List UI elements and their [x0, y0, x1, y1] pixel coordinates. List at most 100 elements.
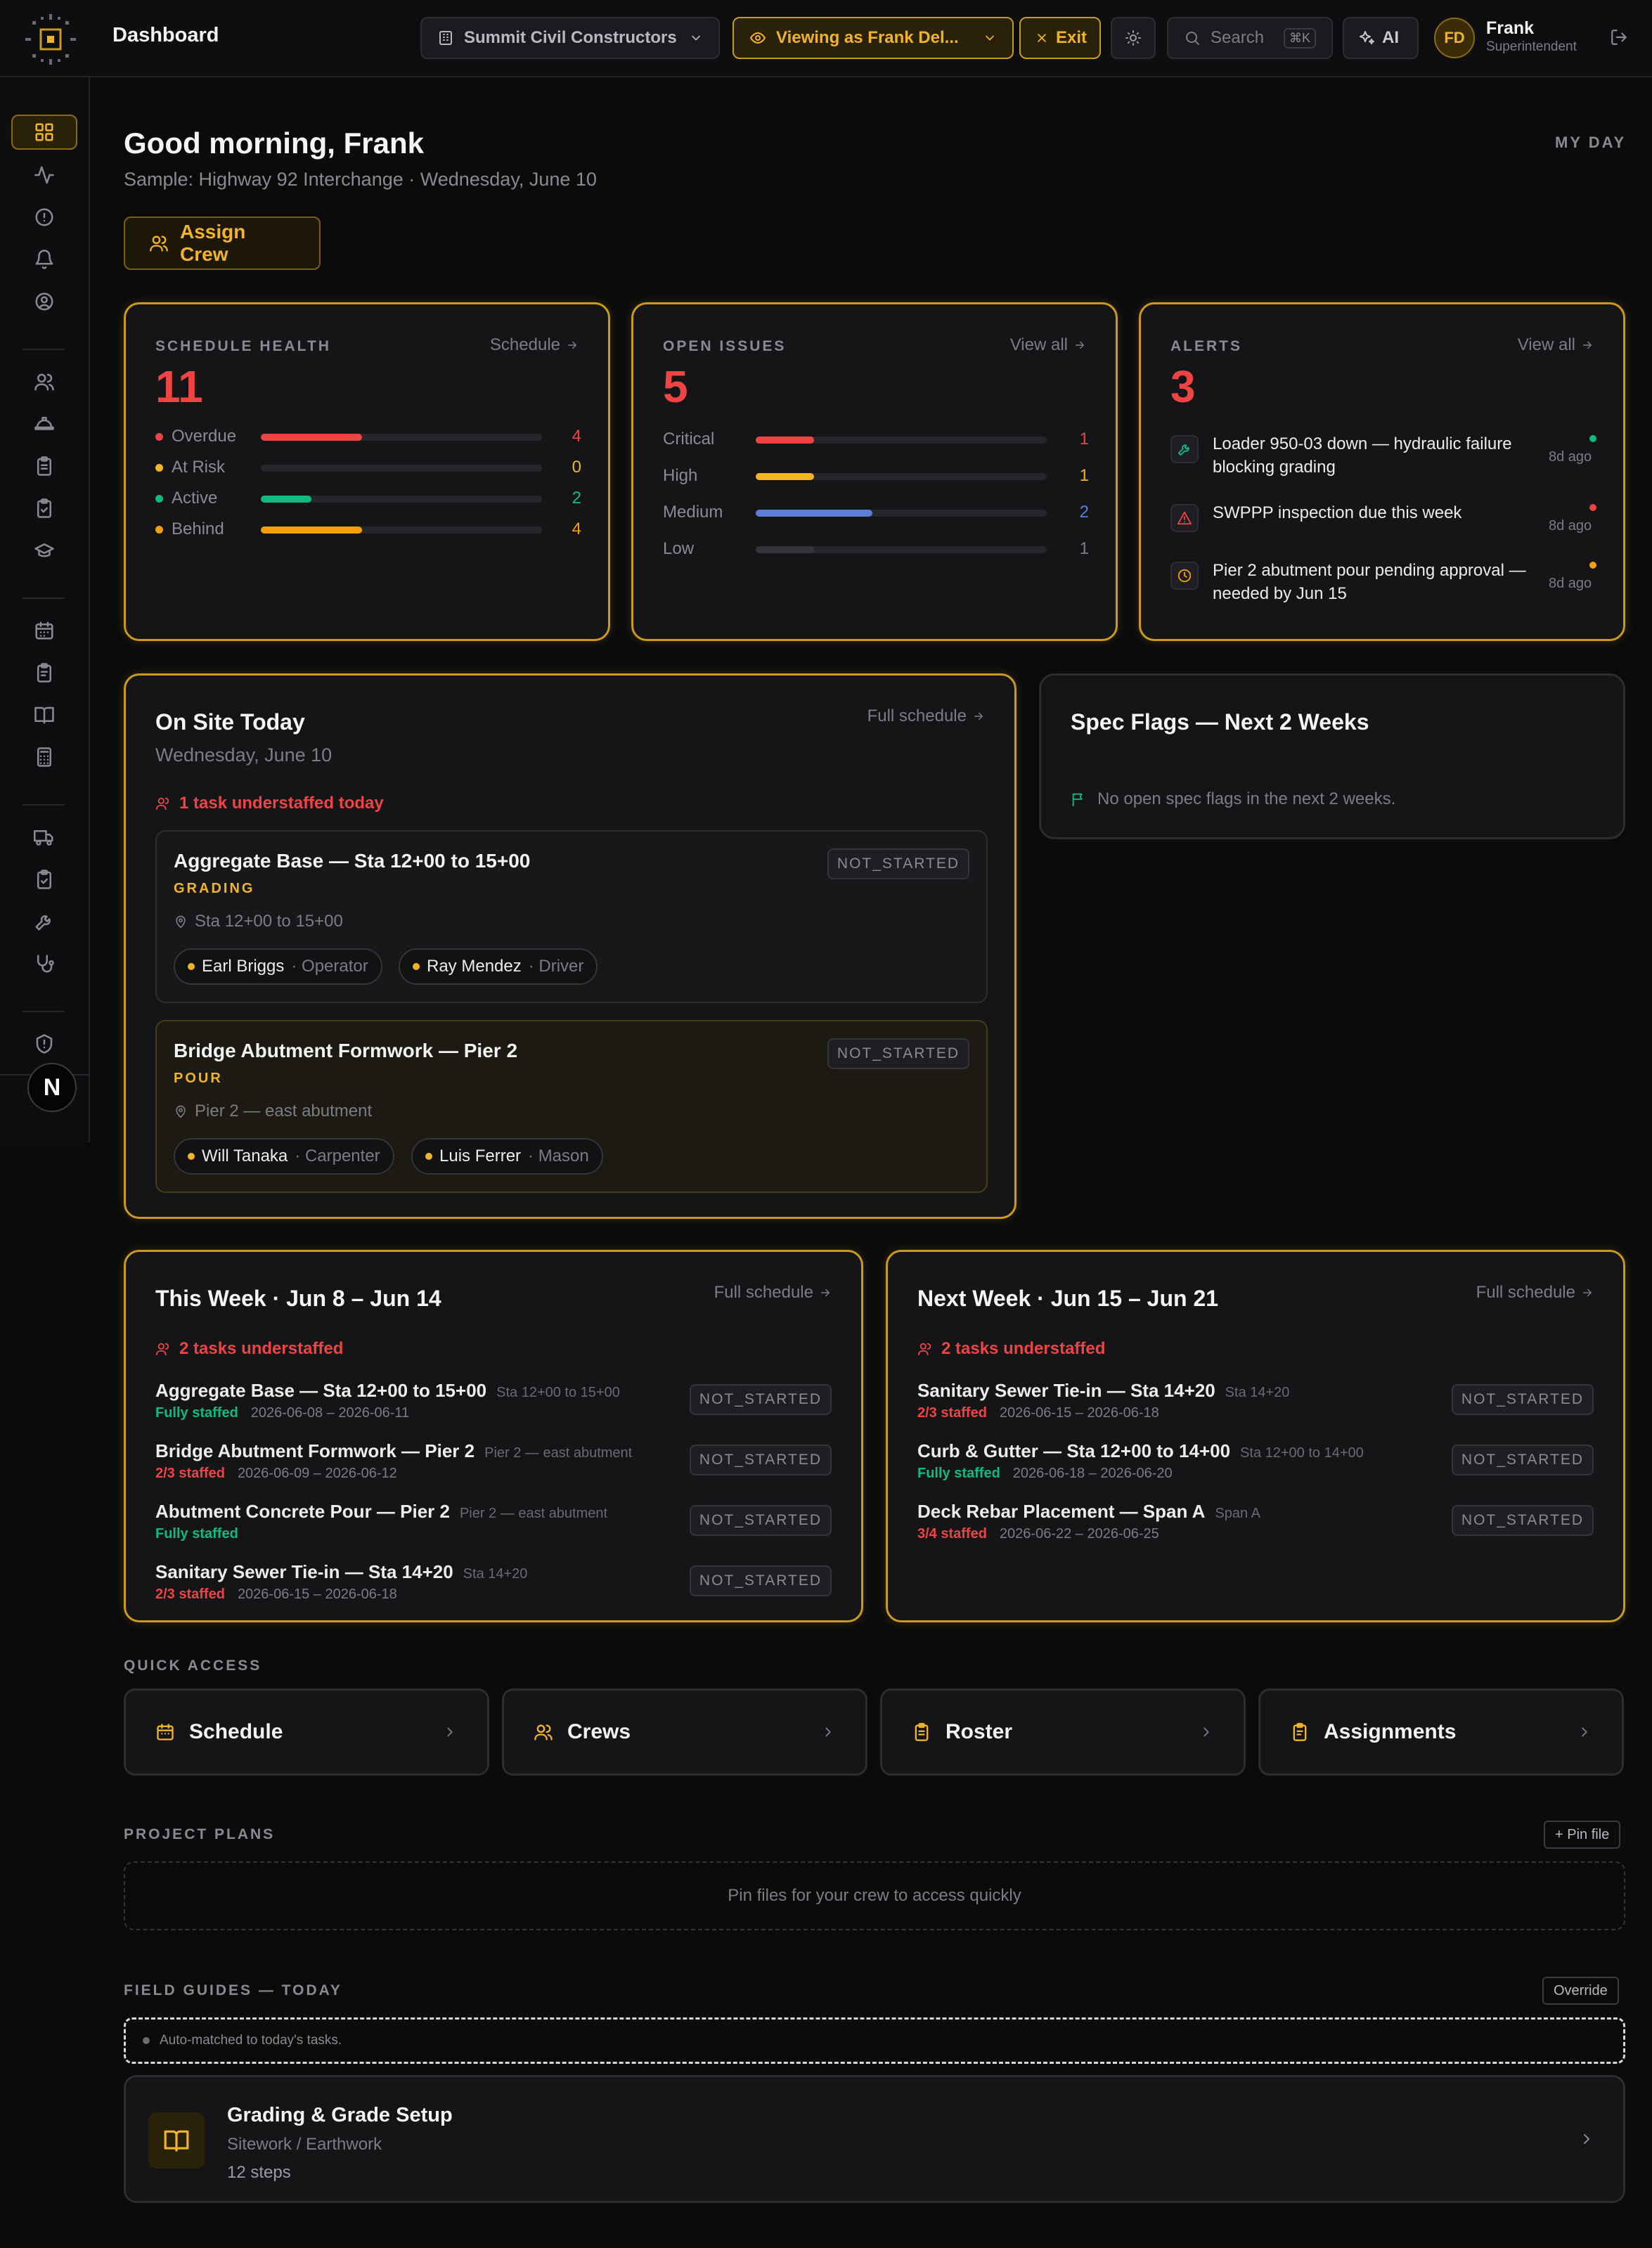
pin-file-button[interactable]: + Pin file: [1544, 1821, 1621, 1849]
view-all-issues-link[interactable]: View all: [1010, 335, 1086, 355]
crew-chip[interactable]: Luis Ferrer · Mason: [411, 1138, 603, 1175]
week-task-title[interactable]: Curb & Gutter — Sta 12+00 to 14+00 Sta 12…: [917, 1440, 1364, 1462]
full-schedule-link[interactable]: Full schedule: [714, 1283, 832, 1303]
quick-access-schedule[interactable]: Schedule: [124, 1688, 489, 1776]
nav-inspections[interactable]: [11, 862, 77, 897]
issue-bar-track: [756, 437, 1047, 444]
sidebar-divider: [22, 1011, 65, 1012]
status-badge: NOT_STARTED: [689, 1445, 832, 1475]
link-label: Full schedule: [1476, 1283, 1575, 1302]
alert-text[interactable]: Pier 2 abutment pour pending approval — …: [1213, 559, 1543, 605]
week-task-title[interactable]: Sanitary Sewer Tie-in — Sta 14+20 Sta 14+…: [155, 1561, 527, 1583]
nav-equipment[interactable]: [11, 904, 77, 939]
hard-hat-icon: [34, 413, 55, 434]
warning-text: 1 task understaffed today: [179, 794, 384, 813]
nav-safety[interactable]: [11, 406, 77, 441]
greeting: Good morning, Frank: [124, 127, 424, 160]
week-task-meta: 3/4 staffed 2026-06-22 – 2026-06-25: [917, 1526, 1159, 1542]
link-label: View all: [1517, 335, 1575, 354]
logout-icon[interactable]: [1610, 28, 1628, 46]
nav-assignments[interactable]: [11, 491, 77, 526]
full-schedule-link[interactable]: Full schedule: [867, 706, 985, 726]
week-task-title[interactable]: Bridge Abutment Formwork — Pier 2 Pier 2 …: [155, 1440, 632, 1462]
avatar[interactable]: FD: [1434, 18, 1475, 58]
card-eyebrow: ALERTS: [1170, 338, 1242, 354]
map-pin-icon: [174, 1104, 188, 1118]
users-icon: [917, 1341, 933, 1357]
ai-button[interactable]: AI: [1343, 17, 1419, 59]
clipboard-check-icon: [34, 869, 55, 890]
nav-issues[interactable]: [11, 200, 77, 235]
nav-health[interactable]: [11, 946, 77, 981]
sidebar-divider: [22, 349, 65, 350]
nav-calendar[interactable]: [11, 613, 77, 648]
clipboard-icon: [912, 1722, 931, 1742]
search-button[interactable]: Search ⌘K: [1167, 17, 1333, 59]
nav-profile[interactable]: [11, 284, 77, 319]
alert-text[interactable]: SWPPP inspection due this week: [1213, 501, 1543, 524]
assign-crew-button[interactable]: Assign Crew: [124, 217, 321, 270]
status-dot: [188, 963, 195, 970]
crew-chip[interactable]: Earl Briggs · Operator: [174, 948, 382, 985]
warning-icon: [1170, 504, 1199, 532]
top-bar: Dashboard Summit Civil Constructors View…: [0, 0, 1652, 77]
health-bar-track: [261, 527, 542, 534]
org-switcher[interactable]: Summit Civil Constructors: [420, 17, 720, 59]
week-task-title[interactable]: Deck Rebar Placement — Span A Span A: [917, 1501, 1260, 1523]
schedule-link[interactable]: Schedule: [490, 335, 579, 355]
task-category: POUR: [174, 1071, 223, 1086]
health-row-label: Behind: [155, 519, 224, 539]
nav-dashboard[interactable]: [11, 115, 77, 150]
schedule-health-card: SCHEDULE HEALTH Schedule 11 Overdue 4 At R…: [124, 302, 610, 641]
next-logo[interactable]: N: [27, 1063, 77, 1112]
staffing-status: Fully staffed: [917, 1466, 1000, 1481]
task-category: GRADING: [174, 881, 255, 896]
info-dot: [143, 2037, 150, 2044]
week-task-title[interactable]: Sanitary Sewer Tie-in — Sta 14+20 Sta 14+…: [917, 1380, 1289, 1402]
week-task-title[interactable]: Abutment Concrete Pour — Pier 2 Pier 2 — …: [155, 1501, 607, 1523]
task-card[interactable]: Aggregate Base — Sta 12+00 to 15+00 GRAD…: [155, 830, 988, 1003]
sparkles-icon: [1358, 30, 1375, 46]
next-week-card: Next Week · Jun 15 – Jun 21 Full schedul…: [886, 1250, 1625, 1622]
nav-crews[interactable]: [11, 364, 77, 399]
crew-chip[interactable]: Ray Mendez · Driver: [399, 948, 598, 985]
health-row-value: 4: [572, 519, 581, 538]
quick-access-assignments[interactable]: Assignments: [1258, 1688, 1624, 1776]
page-title: Dashboard: [112, 24, 219, 46]
alert-text[interactable]: Loader 950-03 down — hydraulic failure b…: [1213, 432, 1543, 479]
week-task-title[interactable]: Aggregate Base — Sta 12+00 to 15+00 Sta 1…: [155, 1380, 620, 1402]
issue-bar-track: [756, 510, 1047, 517]
alert-circle-icon: [34, 207, 55, 228]
nav-reports[interactable]: [11, 655, 77, 690]
exit-view-button[interactable]: Exit: [1019, 17, 1101, 59]
quick-access-roster[interactable]: Roster: [880, 1688, 1246, 1776]
search-label: Search: [1211, 28, 1265, 47]
status-dot: [425, 1153, 432, 1160]
view-all-alerts-link[interactable]: View all: [1518, 335, 1594, 355]
nav-guides[interactable]: [11, 697, 77, 732]
nav-deliveries[interactable]: [11, 820, 77, 855]
card-date: Wednesday, June 10: [155, 744, 333, 766]
nav-roster[interactable]: [11, 448, 77, 484]
nav-activity[interactable]: [11, 157, 77, 193]
nav-calculator[interactable]: [11, 739, 77, 775]
theme-toggle[interactable]: [1111, 17, 1156, 59]
issue-row-label: High: [663, 466, 698, 485]
clipboard-list-icon: [34, 662, 55, 683]
app-logo[interactable]: [22, 11, 79, 67]
nav-training[interactable]: [11, 533, 77, 568]
task-card[interactable]: Bridge Abutment Formwork — Pier 2 POUR P…: [155, 1020, 988, 1193]
full-schedule-link[interactable]: Full schedule: [1476, 1283, 1594, 1303]
week-task-name: Deck Rebar Placement — Span A: [917, 1501, 1206, 1522]
alert-time: 8d ago: [1549, 518, 1592, 534]
view-as-switcher[interactable]: Viewing as Frank Del...: [733, 17, 1014, 59]
crew-chip[interactable]: Will Tanaka · Carpenter: [174, 1138, 394, 1175]
quick-access-crews[interactable]: Crews: [502, 1688, 867, 1776]
nav-notifications[interactable]: [11, 242, 77, 277]
week-task-name: Curb & Gutter — Sta 12+00 to 14+00: [917, 1440, 1231, 1461]
override-button[interactable]: Override: [1542, 1977, 1619, 2005]
field-guide-card[interactable]: Grading & Grade Setup Sitework / Earthwo…: [124, 2075, 1625, 2203]
task-dates: 2026-06-08 – 2026-06-11: [250, 1405, 410, 1421]
health-bar-fill: [261, 527, 362, 534]
nav-admin[interactable]: [11, 1026, 77, 1061]
